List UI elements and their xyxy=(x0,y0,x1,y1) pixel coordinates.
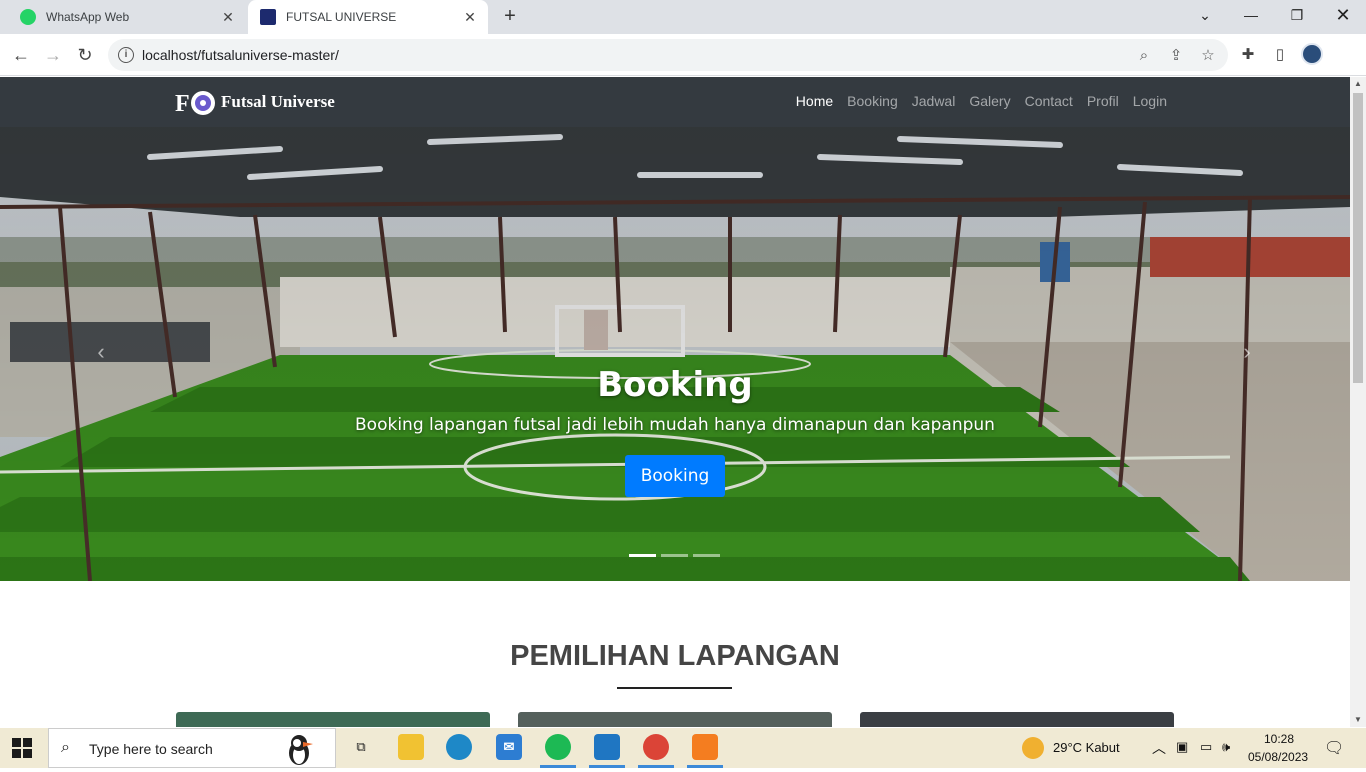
hero-booking-button[interactable]: Booking xyxy=(624,455,726,497)
site-brand[interactable]: F Futsal Universe xyxy=(175,87,335,117)
page-viewport: F Futsal Universe Home Booking Jadwal Ga… xyxy=(0,77,1350,727)
battery-icon[interactable]: ▭ xyxy=(1200,739,1212,755)
url-text[interactable]: localhost/futsaluniverse-master/ xyxy=(142,47,339,63)
hero-carousel: ‹ › Booking Booking lapangan futsal jadi… xyxy=(0,127,1350,581)
nav-profil[interactable]: Profil xyxy=(1087,93,1119,109)
page-scrollbar[interactable]: ▲ ▼ xyxy=(1350,77,1366,727)
zoom-icon[interactable]: ⌕ xyxy=(1134,46,1154,66)
browser-toolbar: ← → ↻ i localhost/futsaluniverse-master/… xyxy=(0,34,1366,76)
meet-now-icon[interactable]: ▣ xyxy=(1176,739,1188,755)
futsal-court-image xyxy=(0,127,1350,581)
carousel-indicator-1[interactable] xyxy=(629,554,656,557)
brand-name: Futsal Universe xyxy=(221,92,335,111)
chrome-icon[interactable] xyxy=(643,734,669,760)
scroll-up-icon[interactable]: ▲ xyxy=(1350,77,1366,91)
tab-whatsapp[interactable]: WhatsApp Web ✕ xyxy=(8,0,246,34)
tab-futsal-universe[interactable]: FUTSAL UNIVERSE ✕ xyxy=(248,0,488,34)
notification-icon[interactable]: 🗨 xyxy=(1324,738,1344,758)
nav-galery[interactable]: Galery xyxy=(969,93,1010,109)
carousel-prev-icon[interactable]: ‹ xyxy=(86,337,116,367)
svg-text:F: F xyxy=(175,91,190,117)
court-card-2[interactable] xyxy=(518,712,832,727)
nav-booking[interactable]: Booking xyxy=(847,93,898,109)
whatsapp-icon xyxy=(20,9,36,25)
mail-icon[interactable]: ✉ xyxy=(496,734,522,760)
vscode-icon[interactable] xyxy=(594,734,620,760)
windows-taskbar: ⌕ Type here to search ⧉ ✉ 29°C Kabut ︿ ▣… xyxy=(0,728,1366,768)
volume-icon[interactable]: 🕪 xyxy=(1222,739,1230,755)
reload-button[interactable]: ↻ xyxy=(72,42,98,68)
browser-tab-strip: WhatsApp Web ✕ FUTSAL UNIVERSE ✕ + ⌄ — ❐… xyxy=(0,0,1366,34)
new-tab-button[interactable]: + xyxy=(498,5,522,29)
court-card-3[interactable] xyxy=(860,712,1174,727)
share-icon[interactable]: ⇪ xyxy=(1166,46,1186,66)
clock-time[interactable]: 10:28 xyxy=(1264,732,1294,746)
minimize-button[interactable]: — xyxy=(1228,0,1274,30)
side-panel-icon[interactable]: ▯ xyxy=(1270,45,1290,65)
weather-icon[interactable] xyxy=(1022,737,1044,759)
windows-start-icon[interactable] xyxy=(12,738,32,758)
puffin-illustration-icon xyxy=(281,731,317,767)
nav-contact[interactable]: Contact xyxy=(1025,93,1073,109)
profile-avatar[interactable] xyxy=(1301,43,1323,65)
hero-caption: Booking Booking lapangan futsal jadi leb… xyxy=(0,365,1350,497)
hero-title: Booking xyxy=(597,365,753,405)
site-info-icon[interactable]: i xyxy=(118,47,134,63)
xampp-icon[interactable] xyxy=(692,734,718,760)
edge-icon[interactable] xyxy=(446,734,472,760)
restore-button[interactable]: ❐ xyxy=(1274,0,1320,30)
file-explorer-icon[interactable] xyxy=(398,734,424,760)
forward-button[interactable]: → xyxy=(40,42,66,68)
back-button[interactable]: ← xyxy=(8,42,34,68)
carousel-indicator-2[interactable] xyxy=(661,554,688,557)
bookmark-star-icon[interactable]: ☆ xyxy=(1198,46,1218,66)
clock-date[interactable]: 05/08/2023 xyxy=(1248,750,1308,764)
carousel-indicator-3[interactable] xyxy=(693,554,720,557)
weather-text[interactable]: 29°C Kabut xyxy=(1053,740,1120,755)
extensions-icon[interactable]: ✚ xyxy=(1238,45,1258,65)
nav-login[interactable]: Login xyxy=(1133,93,1167,109)
search-icon: ⌕ xyxy=(61,739,70,756)
carousel-next-icon[interactable]: › xyxy=(1232,337,1262,367)
site-navbar: F Futsal Universe Home Booking Jadwal Ga… xyxy=(0,77,1350,127)
hero-subtitle: Booking lapangan futsal jadi lebih mudah… xyxy=(355,415,995,435)
task-view-icon[interactable]: ⧉ xyxy=(348,734,374,760)
taskbar-search-box[interactable]: ⌕ Type here to search xyxy=(48,728,336,768)
tab-title: FUTSAL UNIVERSE xyxy=(286,10,397,24)
nav-jadwal[interactable]: Jadwal xyxy=(912,93,956,109)
section-title: PEMILIHAN LAPANGAN xyxy=(510,640,840,672)
court-card-1[interactable] xyxy=(176,712,490,727)
scroll-down-icon[interactable]: ▼ xyxy=(1350,713,1366,727)
tray-chevron-icon[interactable]: ︿ xyxy=(1152,738,1166,758)
scrollbar-thumb[interactable] xyxy=(1353,93,1363,383)
nav-home[interactable]: Home xyxy=(796,93,833,109)
main-nav: Home Booking Jadwal Galery Contact Profi… xyxy=(796,93,1167,109)
search-placeholder: Type here to search xyxy=(89,741,213,757)
spotify-icon[interactable] xyxy=(545,734,571,760)
carousel-indicators xyxy=(629,554,720,557)
close-tab-icon[interactable]: ✕ xyxy=(218,9,238,26)
futsal-logo-icon: F xyxy=(175,87,217,117)
close-tab-icon[interactable]: ✕ xyxy=(460,9,480,26)
address-bar[interactable]: i localhost/futsaluniverse-master/ ⌕ ⇪ ☆ xyxy=(108,39,1228,71)
close-window-button[interactable]: ✕ xyxy=(1320,0,1366,30)
tab-title: WhatsApp Web xyxy=(46,10,130,24)
futsal-logo-icon xyxy=(260,9,276,25)
tab-search-chevron-icon[interactable]: ⌄ xyxy=(1182,0,1228,30)
section-divider xyxy=(617,687,732,689)
